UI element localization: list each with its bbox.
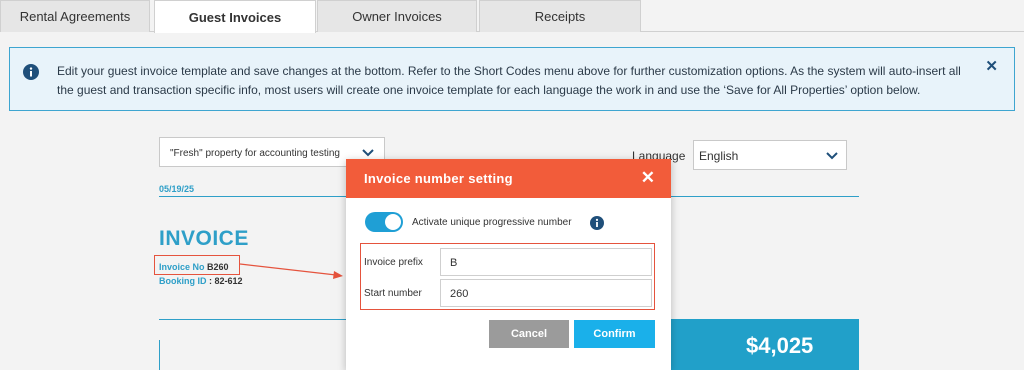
toggle-knob — [385, 214, 401, 230]
tab-receipts[interactable]: Receipts — [479, 0, 641, 32]
booking-id: Booking ID : 82-612 — [159, 276, 243, 286]
cancel-button[interactable]: Cancel — [489, 320, 569, 348]
divider — [159, 340, 160, 370]
tab-owner-invoices[interactable]: Owner Invoices — [317, 0, 477, 32]
banner-text: Edit your guest invoice template and sav… — [57, 64, 961, 97]
help-icon[interactable] — [590, 216, 604, 230]
toggle-label: Activate unique progressive number — [412, 217, 572, 228]
prefix-input[interactable]: B — [440, 248, 652, 276]
start-number-input[interactable]: 260 — [440, 279, 652, 307]
close-icon[interactable]: ✕ — [641, 168, 655, 188]
language-select-value: English — [699, 149, 739, 163]
total-amount: $4,025 — [746, 333, 814, 358]
close-icon[interactable]: ✕ — [985, 57, 998, 75]
chevron-down-icon — [826, 152, 838, 160]
total-bar: $4,025 — [671, 319, 859, 370]
info-banner: Edit your guest invoice template and sav… — [9, 47, 1015, 111]
tab-bar: Rental Agreements Guest Invoices Owner I… — [0, 0, 1024, 33]
progressive-number-toggle[interactable] — [365, 212, 403, 232]
tab-guest-invoices[interactable]: Guest Invoices — [154, 0, 316, 33]
info-icon — [23, 64, 39, 80]
invoice-number-highlight — [154, 255, 240, 275]
prefix-label: Invoice prefix — [364, 257, 423, 268]
start-number-label: Start number — [364, 288, 422, 299]
modal-header: Invoice number setting ✕ — [346, 159, 671, 198]
language-select[interactable]: English — [693, 140, 847, 170]
booking-id-label: Booking ID — [159, 276, 207, 286]
booking-id-value: : 82-612 — [209, 276, 243, 286]
property-select-value: "Fresh" property for accounting testing — [170, 148, 340, 159]
tab-rental-agreements[interactable]: Rental Agreements — [0, 0, 150, 32]
chevron-down-icon — [362, 149, 374, 157]
invoice-number-form: Invoice prefix B Start number 260 — [360, 243, 655, 310]
invoice-title: INVOICE — [159, 227, 249, 250]
prefix-row: Invoice prefix B — [363, 248, 652, 276]
confirm-button[interactable]: Confirm — [574, 320, 655, 348]
start-number-row: Start number 260 — [363, 279, 652, 307]
modal-title: Invoice number setting — [364, 171, 513, 186]
invoice-date: 05/19/25 — [159, 184, 195, 194]
invoice-number-modal: Invoice number setting ✕ Activate unique… — [346, 159, 671, 370]
